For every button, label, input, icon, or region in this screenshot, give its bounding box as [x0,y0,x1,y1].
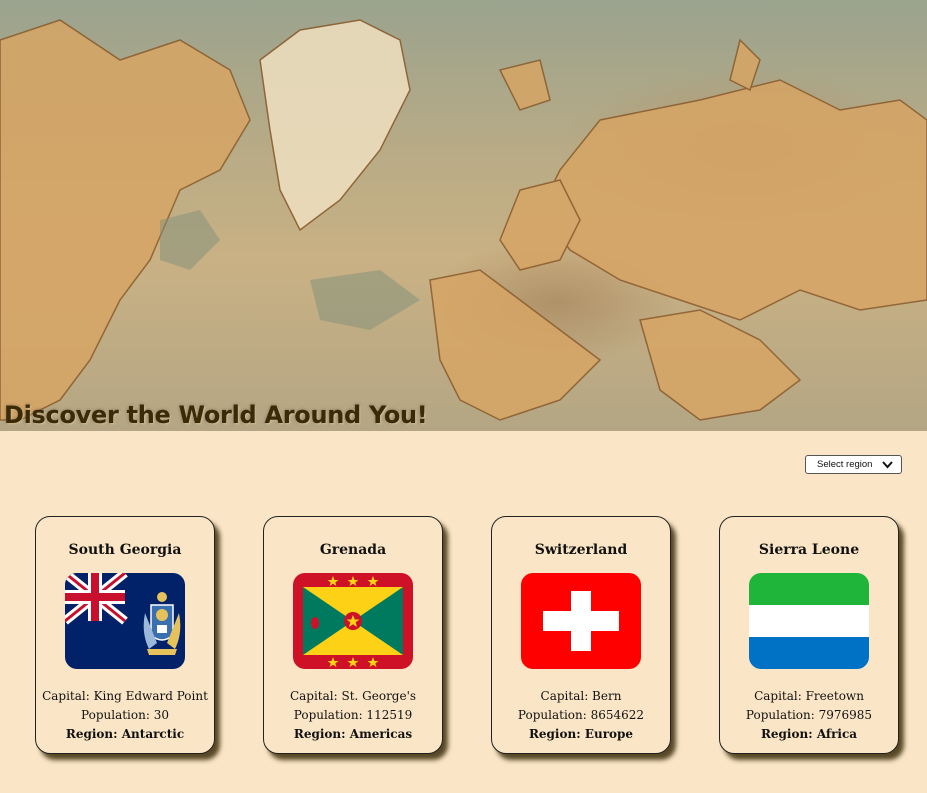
country-card[interactable]: Grenada Capital: St. George's Population… [263,516,443,754]
country-capital: Capital: Freetown [754,689,864,703]
country-info: Capital: St. George's Population: 112519… [264,687,442,744]
country-population: Population: 112519 [293,708,413,722]
country-card[interactable]: South Georgia Capital: King Edward Point… [35,516,215,754]
country-capital: Capital: St. George's [289,689,417,703]
country-name: Sierra Leone [758,542,860,558]
country-info: Capital: Bern Population: 8654622 Region… [492,687,670,744]
chevron-down-icon [882,461,893,469]
sierra-leone-flag-icon [749,573,869,669]
country-name: Grenada [319,542,387,558]
world-map-image [0,19,927,421]
country-card[interactable]: Sierra Leone Capital: Freetown Populatio… [719,516,899,754]
country-population: Population: 30 [81,708,169,722]
page-title: Discover the World Around You! [4,401,428,429]
south-georgia-flag-icon [65,573,185,669]
country-info: Capital: King Edward Point Population: 3… [36,687,214,744]
country-population: Population: 8654622 [517,708,645,722]
country-card[interactable]: Switzerland Capital: Bern Population: 86… [491,516,671,754]
hero-banner: Discover the World Around You! [0,0,927,431]
country-region: Region: Americas [293,727,413,741]
region-select[interactable]: Select region [805,455,902,474]
country-region: Region: Antarctic [65,727,185,741]
grenada-flag-icon [293,573,413,669]
country-capital: Capital: King Edward Point [42,689,208,703]
country-info: Capital: Freetown Population: 7976985 Re… [720,687,898,744]
country-population: Population: 7976985 [745,708,873,722]
country-name: South Georgia [68,542,182,558]
country-name: Switzerland [534,542,628,558]
country-capital: Capital: Bern [540,689,622,703]
country-region: Region: Europe [528,727,634,741]
region-select-label: Select region [817,459,873,470]
country-region: Region: Africa [760,727,858,741]
switzerland-flag-icon [521,573,641,669]
